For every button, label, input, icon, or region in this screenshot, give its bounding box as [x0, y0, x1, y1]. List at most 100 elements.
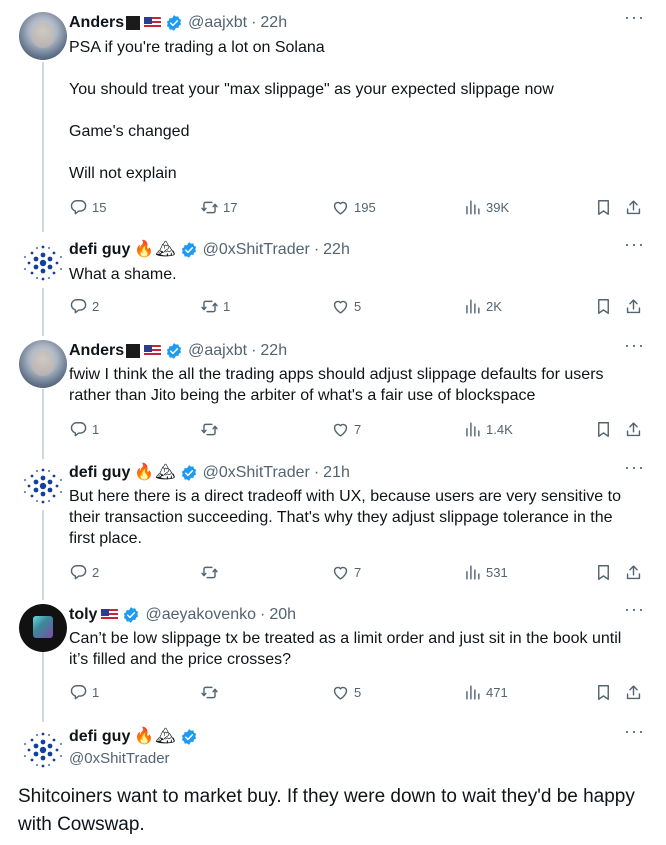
thread-connector — [42, 510, 44, 600]
like-button[interactable]: 195 — [331, 198, 376, 217]
tweet-header: Anders @aajxbt · 22h — [69, 340, 287, 362]
dotted-logo-icon — [24, 732, 62, 768]
timestamp[interactable]: 20h — [269, 606, 296, 624]
tweet-text: What a shame. — [69, 264, 649, 285]
dotted-logo-icon — [24, 245, 62, 281]
user-handle[interactable]: @0xShitTrader — [203, 241, 310, 259]
avatar[interactable] — [19, 340, 67, 388]
like-button[interactable]: 5 — [331, 297, 361, 316]
reply-icon — [70, 200, 87, 215]
more-icon[interactable]: ··· — [624, 336, 644, 360]
separator-dot: · — [251, 14, 257, 31]
reply-button[interactable]: 2 — [69, 297, 99, 316]
thread-connector — [42, 62, 44, 232]
bookmark-button[interactable] — [594, 297, 617, 316]
view-count: 531 — [486, 565, 508, 580]
avatar[interactable] — [19, 239, 67, 287]
user-handle[interactable]: @aajxbt — [188, 342, 247, 360]
reply-button[interactable]: 1 — [69, 683, 99, 702]
like-button[interactable]: 7 — [331, 420, 361, 439]
tweet-actions: 1 7 1.4K — [69, 420, 649, 440]
fire-icon: 🔥 — [134, 241, 155, 258]
tweet-header: defi guy 🔥 🏔 — [69, 726, 198, 748]
retweet-icon — [201, 201, 218, 214]
reply-button[interactable]: 1 — [69, 420, 99, 439]
more-icon[interactable]: ··· — [624, 235, 644, 259]
views-icon — [466, 565, 480, 580]
user-handle[interactable]: @aeyakovenko — [145, 606, 256, 624]
display-name[interactable]: defi guy — [69, 464, 130, 482]
tweet-line: But here there is a direct tradeoff with… — [69, 488, 621, 547]
avatar[interactable] — [19, 12, 67, 60]
like-icon — [333, 566, 348, 580]
reply-icon — [70, 685, 87, 700]
like-count: 195 — [354, 200, 376, 215]
verified-badge-icon — [166, 342, 182, 360]
bookmark-button[interactable] — [594, 198, 617, 217]
user-handle[interactable]: @aajxbt — [188, 14, 247, 32]
timestamp[interactable]: 22h — [260, 14, 287, 32]
retweet-button[interactable] — [200, 563, 223, 582]
timestamp[interactable]: 21h — [323, 464, 350, 482]
share-button[interactable] — [624, 198, 647, 217]
share-icon — [626, 422, 641, 437]
like-icon — [333, 300, 348, 314]
bookmark-icon — [598, 299, 609, 314]
share-icon — [626, 299, 641, 314]
display-name[interactable]: defi guy — [69, 728, 130, 746]
timestamp[interactable]: 22h — [323, 241, 350, 259]
dotted-logo-icon — [24, 468, 62, 504]
thread-connector — [42, 288, 44, 336]
bookmark-icon — [598, 565, 609, 580]
reply-button[interactable]: 2 — [69, 563, 99, 582]
share-button[interactable] — [624, 297, 647, 316]
tweet-text: fwiw I think the all the trading apps sh… — [69, 364, 639, 406]
retweet-button[interactable] — [200, 420, 223, 439]
black-square-icon — [126, 16, 141, 30]
more-icon[interactable]: ··· — [624, 458, 644, 482]
fire-icon: 🔥 — [134, 464, 155, 481]
share-button[interactable] — [624, 563, 647, 582]
more-icon[interactable]: ··· — [624, 722, 644, 746]
more-icon[interactable]: ··· — [624, 8, 644, 32]
display-name[interactable]: toly — [69, 606, 97, 624]
retweet-button[interactable]: 17 — [200, 198, 237, 217]
share-button[interactable] — [624, 683, 647, 702]
views-button[interactable]: 39K — [463, 198, 509, 217]
tweet-actions: 2 7 531 — [69, 563, 649, 583]
reply-icon — [70, 422, 87, 437]
views-button[interactable]: 1.4K — [463, 420, 513, 439]
retweet-button[interactable]: 1 — [200, 297, 230, 316]
avatar[interactable] — [19, 604, 67, 652]
more-icon[interactable]: ··· — [624, 600, 644, 624]
bookmark-button[interactable] — [594, 683, 617, 702]
like-button[interactable]: 5 — [331, 683, 361, 702]
timestamp[interactable]: 22h — [260, 342, 287, 360]
share-button[interactable] — [624, 420, 647, 439]
like-button[interactable]: 7 — [331, 563, 361, 582]
tweet-header: defi guy 🔥 🏔 @0xShitTrader · 22h — [69, 239, 350, 261]
display-name[interactable]: Anders — [69, 14, 124, 32]
avatar[interactable] — [19, 462, 67, 510]
reply-button[interactable]: 15 — [69, 198, 106, 217]
views-button[interactable]: 471 — [463, 683, 508, 702]
like-icon — [333, 201, 348, 215]
display-name[interactable]: Anders — [69, 342, 124, 360]
reply-count: 2 — [92, 299, 100, 314]
us-flag-icon — [144, 17, 162, 29]
user-handle[interactable]: @0xShitTrader — [69, 750, 170, 767]
mountain-icon: 🏔 — [155, 464, 176, 481]
user-handle[interactable]: @0xShitTrader — [203, 464, 310, 482]
views-button[interactable]: 2K — [463, 297, 502, 316]
views-button[interactable]: 531 — [463, 563, 508, 582]
verified-badge-icon — [123, 606, 140, 624]
retweet-button[interactable] — [200, 683, 223, 702]
avatar[interactable] — [19, 726, 67, 774]
bookmark-button[interactable] — [594, 563, 617, 582]
tweet-line: You should treat your "max slippage" as … — [69, 81, 554, 98]
bookmark-button[interactable] — [594, 420, 617, 439]
views-icon — [466, 200, 480, 215]
main-tweet-text: Shitcoiners want to market buy. If they … — [18, 786, 635, 835]
display-name[interactable]: defi guy — [69, 241, 130, 259]
tweet-actions: 1 5 471 — [69, 683, 649, 703]
